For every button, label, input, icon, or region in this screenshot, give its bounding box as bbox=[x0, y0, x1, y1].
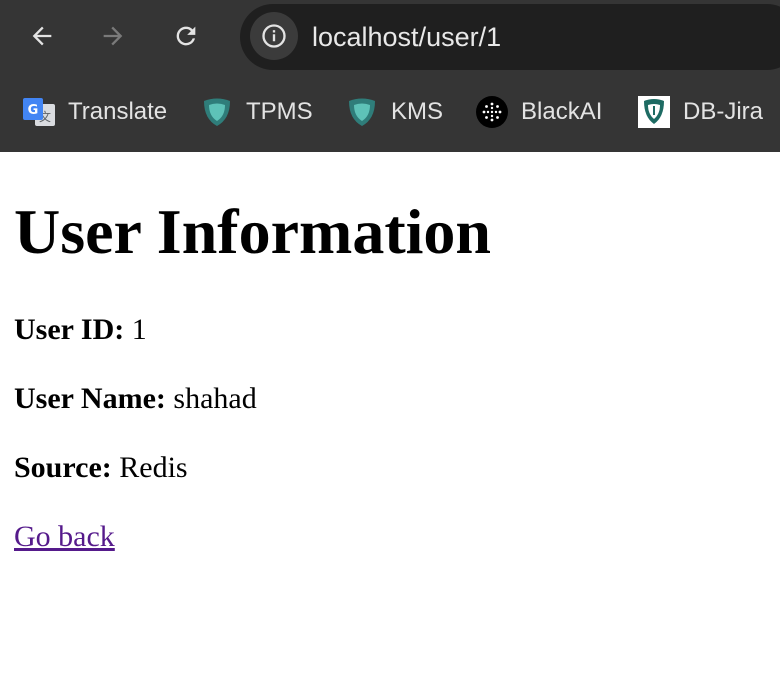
bookmark-tpms[interactable]: TPMS bbox=[200, 92, 313, 132]
bookmark-label: KMS bbox=[391, 98, 444, 125]
shield-icon bbox=[200, 95, 234, 129]
bookmark-label: DB-Jira bbox=[683, 98, 764, 125]
site-info-button[interactable] bbox=[250, 12, 298, 60]
shield-icon bbox=[345, 95, 379, 129]
field-value: 1 bbox=[131, 313, 147, 346]
field-label: Source: bbox=[14, 451, 112, 484]
field-value: shahad bbox=[173, 382, 257, 415]
page-title: User Information bbox=[14, 196, 491, 267]
arrow-right-icon bbox=[103, 26, 123, 46]
bookmark-kms[interactable]: KMS bbox=[345, 92, 443, 132]
forward-button[interactable] bbox=[93, 16, 133, 56]
bookmark-blackai[interactable]: BlackAI bbox=[475, 92, 602, 132]
go-back-link[interactable]: Go back bbox=[14, 519, 115, 555]
blackai-icon bbox=[475, 95, 509, 129]
back-button[interactable] bbox=[22, 16, 62, 56]
bookmark-label: Translate bbox=[68, 98, 168, 125]
source-row: Source: Redis bbox=[14, 450, 188, 486]
svg-text:G: G bbox=[28, 103, 39, 118]
browser-toolbar: localhost/user/1 bbox=[0, 0, 780, 72]
bookmark-label: BlackAI bbox=[521, 98, 603, 125]
reload-button[interactable] bbox=[166, 16, 206, 56]
bookmark-translate[interactable]: 文 G Translate bbox=[22, 92, 167, 132]
bookmark-db-jira[interactable]: DB-Jira bbox=[637, 92, 763, 132]
info-icon bbox=[262, 24, 286, 48]
arrow-left-icon bbox=[32, 26, 52, 46]
browser-chrome: localhost/user/1 文 G Translate TPMS KMS … bbox=[0, 0, 780, 152]
url-text[interactable]: localhost/user/1 bbox=[312, 20, 501, 54]
db-jira-icon bbox=[637, 95, 671, 129]
field-value: Redis bbox=[119, 451, 188, 484]
user-id-row: User ID: 1 bbox=[14, 312, 147, 348]
address-bar[interactable]: localhost/user/1 bbox=[240, 4, 780, 70]
user-name-row: User Name: shahad bbox=[14, 381, 257, 417]
bookmark-label: TPMS bbox=[246, 98, 313, 125]
reload-icon bbox=[176, 26, 196, 46]
bookmarks-bar: 文 G Translate TPMS KMS BlackAI DB-Jira bbox=[0, 72, 780, 152]
field-label: User ID: bbox=[14, 313, 125, 346]
field-label: User Name: bbox=[14, 382, 166, 415]
google-translate-icon: 文 G bbox=[22, 95, 56, 129]
page-content: User Information User ID: 1 User Name: s… bbox=[0, 196, 780, 553]
